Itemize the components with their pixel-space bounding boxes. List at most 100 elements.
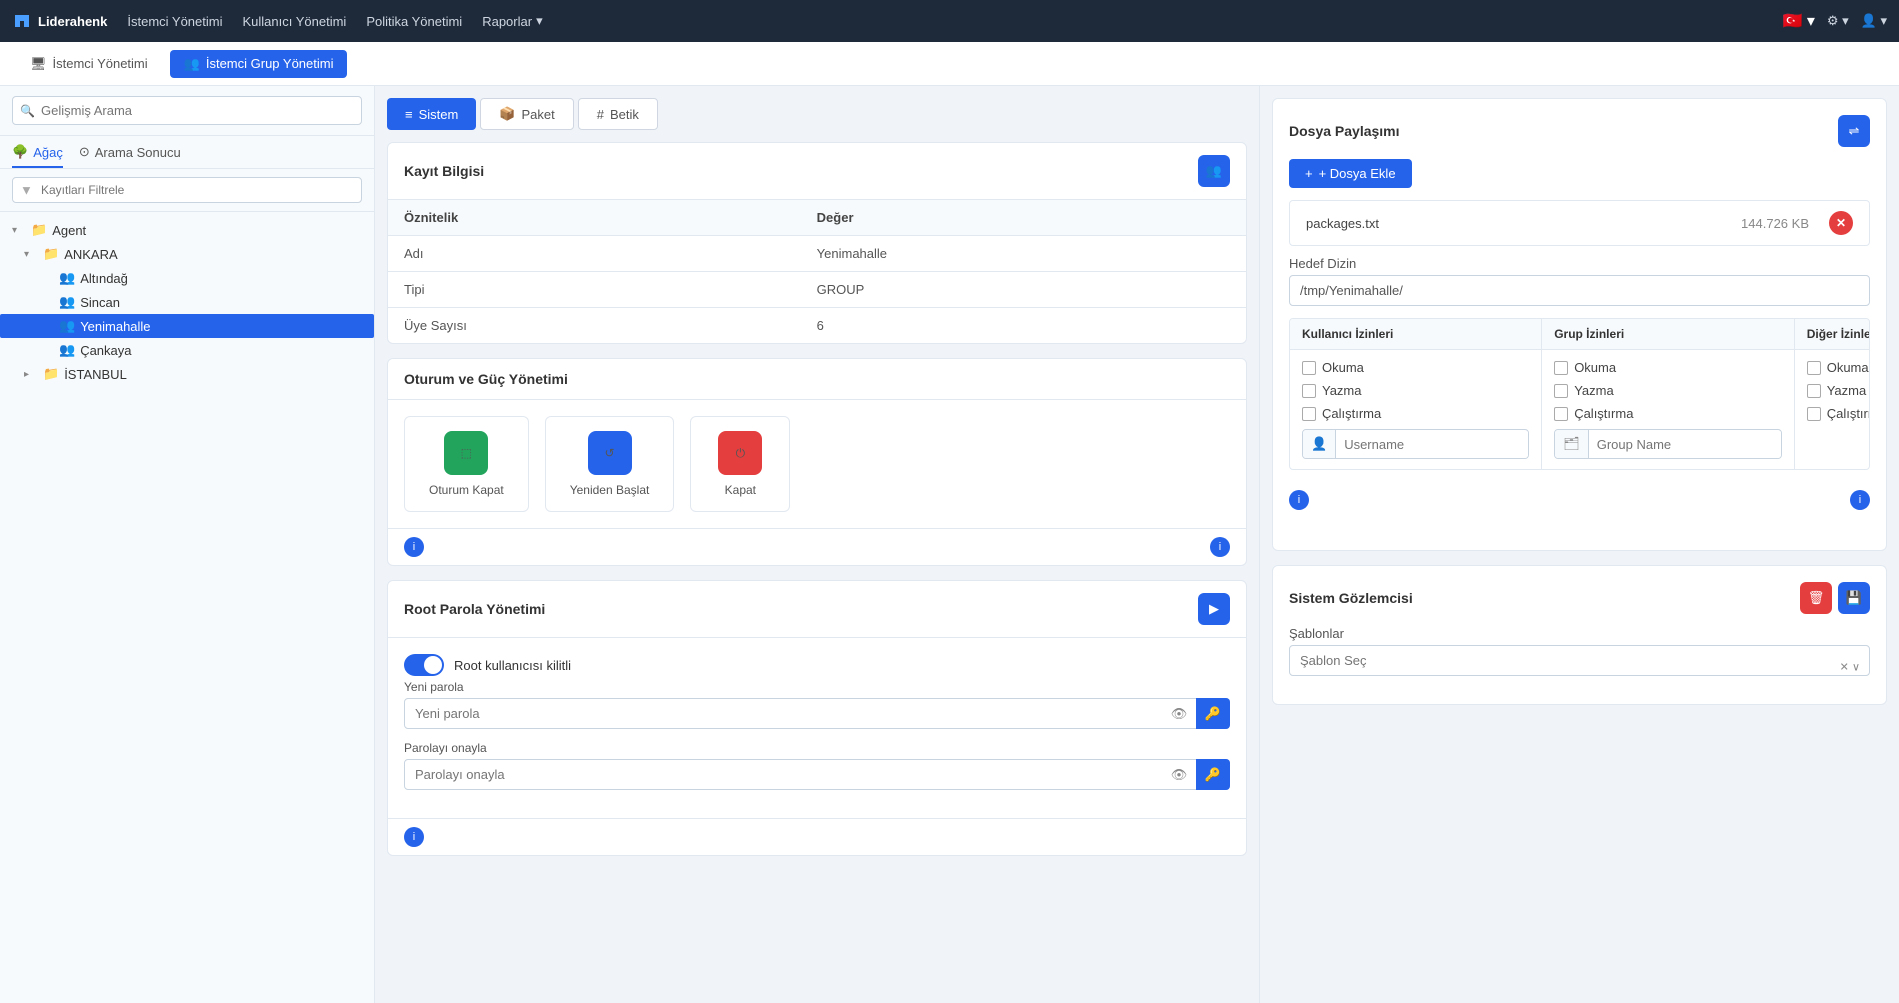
play-icon: ▶: [1209, 601, 1219, 617]
group-icon: 👥: [59, 294, 75, 310]
app-logo[interactable]: Liderahenk: [12, 11, 107, 31]
kullanici-calistirma-checkbox[interactable]: [1302, 407, 1316, 421]
oturum-kapat-btn[interactable]: ⬚ Oturum Kapat: [404, 416, 529, 512]
folder-icon: 📁: [43, 366, 59, 382]
info-icon-left-dp[interactable]: i: [1289, 490, 1309, 510]
tree-item-istanbul[interactable]: ▸ 📁 İSTANBUL: [0, 362, 374, 386]
attr-adi: Adı: [388, 236, 801, 272]
sidebar-tabs: 🌳 Ağaç ⊙ Arama Sonucu: [0, 136, 374, 169]
kapat-btn[interactable]: ⏻ Kapat: [690, 416, 790, 512]
grup-okuma-label: Okuma: [1574, 360, 1616, 375]
diger-yazma-item: Yazma: [1807, 383, 1870, 398]
grup-okuma-checkbox[interactable]: [1554, 361, 1568, 375]
info-icon-left[interactable]: i: [404, 537, 424, 557]
kayit-bilgisi-title: Kayıt Bilgisi: [404, 163, 484, 179]
gozlemci-save-btn[interactable]: 💾: [1838, 582, 1870, 614]
confirm-password-row: Parolayı onayla 👁 🔑: [404, 741, 1230, 790]
yeniden-baslat-btn[interactable]: ↺ Yeniden Başlat: [545, 416, 675, 512]
hedef-dizin-input[interactable]: [1289, 275, 1870, 306]
diger-okuma-item: Okuma: [1807, 360, 1870, 375]
col-deger: Değer: [801, 200, 1246, 236]
tab-arama-sonucu[interactable]: ⊙ Arama Sonucu: [79, 144, 181, 168]
groupname-input[interactable]: [1589, 431, 1781, 458]
nav-raporlar[interactable]: Raporlar ▾: [482, 13, 542, 29]
sistem-gozlemcisi-section: Sistem Gözlemcisi 🗑 💾 Şablonlar: [1272, 565, 1887, 705]
user-nav-btn[interactable]: 👤 ▾: [1861, 13, 1887, 29]
add-file-btn[interactable]: + + Dosya Ekle: [1289, 159, 1412, 188]
confirm-password-input[interactable]: [404, 759, 1230, 790]
tree-item-sincan[interactable]: ▾ 👥 Sincan: [0, 290, 374, 314]
col-oznitelik: Öznitelik: [388, 200, 801, 236]
list-icon: ≡: [405, 107, 413, 122]
permissions-grid: Kullanıcı İzinleri Okuma Yazma: [1289, 318, 1870, 470]
diger-izinler-header: Diğer İzinler: [1795, 319, 1870, 350]
language-flag[interactable]: 🇹🇷 ▾: [1782, 11, 1814, 31]
table-row: Üye Sayısı 6: [388, 308, 1246, 344]
nav-istemci-yonetimi[interactable]: İstemci Yönetimi: [127, 14, 222, 29]
tab-paket[interactable]: 📦 Paket: [480, 98, 573, 130]
tab-betik[interactable]: # Betik: [578, 98, 658, 130]
root-toggle[interactable]: [404, 654, 444, 676]
diger-calistirma-checkbox[interactable]: [1807, 407, 1821, 421]
root-parola-header: Root Parola Yönetimi ▶: [388, 581, 1246, 638]
diger-okuma-checkbox[interactable]: [1807, 361, 1821, 375]
settings-nav-btn[interactable]: ⚙ ▾: [1827, 13, 1849, 29]
show-confirm-btn[interactable]: 👁: [1162, 759, 1196, 790]
search-input[interactable]: [12, 96, 362, 125]
kullanici-yazma-checkbox[interactable]: [1302, 384, 1316, 398]
kullanici-yazma-label: Yazma: [1322, 383, 1362, 398]
grup-yazma-checkbox[interactable]: [1554, 384, 1568, 398]
grup-yazma-item: Yazma: [1554, 383, 1782, 398]
search-result-icon: ⊙: [79, 144, 90, 160]
sablon-label: Şablonlar: [1289, 626, 1870, 641]
logout-icon: ⬚: [461, 446, 472, 460]
attr-uye: Üye Sayısı: [388, 308, 801, 344]
kullanici-okuma-checkbox[interactable]: [1302, 361, 1316, 375]
dosya-paylasimi-header: Dosya Paylaşımı ⇌: [1289, 115, 1870, 147]
sidebar-search-section: 🔍: [0, 86, 374, 136]
show-password-btn[interactable]: 👁: [1162, 698, 1196, 729]
kullanici-calistirma-label: Çalıştırma: [1322, 406, 1381, 421]
tree-item-cankaya[interactable]: ▾ 👥 Çankaya: [0, 338, 374, 362]
folder-icon: 📁: [31, 222, 47, 238]
info-icon-right-dp[interactable]: i: [1850, 490, 1870, 510]
tab-sistem[interactable]: ≡ Sistem: [387, 98, 476, 130]
nav-kullanici-yonetimi[interactable]: Kullanıcı Yönetimi: [243, 14, 347, 29]
info-icon-right[interactable]: i: [1210, 537, 1230, 557]
sablon-select-wrap: [1289, 645, 1870, 688]
tab-bar: ≡ Sistem 📦 Paket # Betik: [387, 98, 1247, 130]
root-parola-action-btn[interactable]: ▶: [1198, 593, 1230, 625]
diger-izinler-col: Diğer İzinler Okuma Yazma: [1795, 319, 1870, 469]
istemci-grup-yonetimi-btn[interactable]: 👥 İstemci Grup Yönetimi: [170, 50, 348, 78]
new-password-input[interactable]: [404, 698, 1230, 729]
gozlemci-delete-btn[interactable]: 🗑: [1800, 582, 1832, 614]
generate-password-btn[interactable]: 🔑: [1196, 698, 1230, 729]
val-tipi: GROUP: [801, 272, 1246, 308]
tree-item-yenimahalle[interactable]: ▾ 👥 Yenimahalle: [0, 314, 374, 338]
tree-item-ankara[interactable]: ▾ 📁 ANKARA: [0, 242, 374, 266]
info-icon-root[interactable]: i: [404, 827, 424, 847]
sablon-select[interactable]: [1289, 645, 1870, 676]
diger-izinler-body: Okuma Yazma Çalıştırma: [1795, 350, 1870, 431]
new-password-row: Yeni parola 👁 🔑: [404, 680, 1230, 729]
group-icon: 👥: [59, 270, 75, 286]
istemci-yonetimi-btn[interactable]: 🖥 İstemci Yönetimi: [16, 50, 162, 78]
filter-input[interactable]: [12, 177, 362, 203]
tree-item-agent[interactable]: ▾ 📁 Agent: [0, 218, 374, 242]
diger-calistirma-label: Çalıştırma: [1827, 406, 1870, 421]
tab-agac[interactable]: 🌳 Ağaç: [12, 144, 63, 168]
nav-politika-yonetimi[interactable]: Politika Yönetimi: [366, 14, 462, 29]
kayit-bilgisi-action-btn[interactable]: 👥: [1198, 155, 1230, 187]
diger-yazma-checkbox[interactable]: [1807, 384, 1821, 398]
save-icon: 💾: [1846, 590, 1862, 606]
kayit-bilgisi-header: Kayıt Bilgisi 👥: [388, 143, 1246, 200]
folder-icon: 📁: [43, 246, 59, 262]
content-area: ≡ Sistem 📦 Paket # Betik Kayıt Bilgisi �: [375, 86, 1899, 1003]
group-icon: 👥: [184, 56, 200, 72]
dosya-paylasimi-action-btn[interactable]: ⇌: [1838, 115, 1870, 147]
username-input[interactable]: [1336, 431, 1528, 458]
generate-confirm-btn[interactable]: 🔑: [1196, 759, 1230, 790]
tree-item-altindag[interactable]: ▾ 👥 Altındağ: [0, 266, 374, 290]
remove-file-btn[interactable]: ✕: [1829, 211, 1853, 235]
grup-calistirma-checkbox[interactable]: [1554, 407, 1568, 421]
